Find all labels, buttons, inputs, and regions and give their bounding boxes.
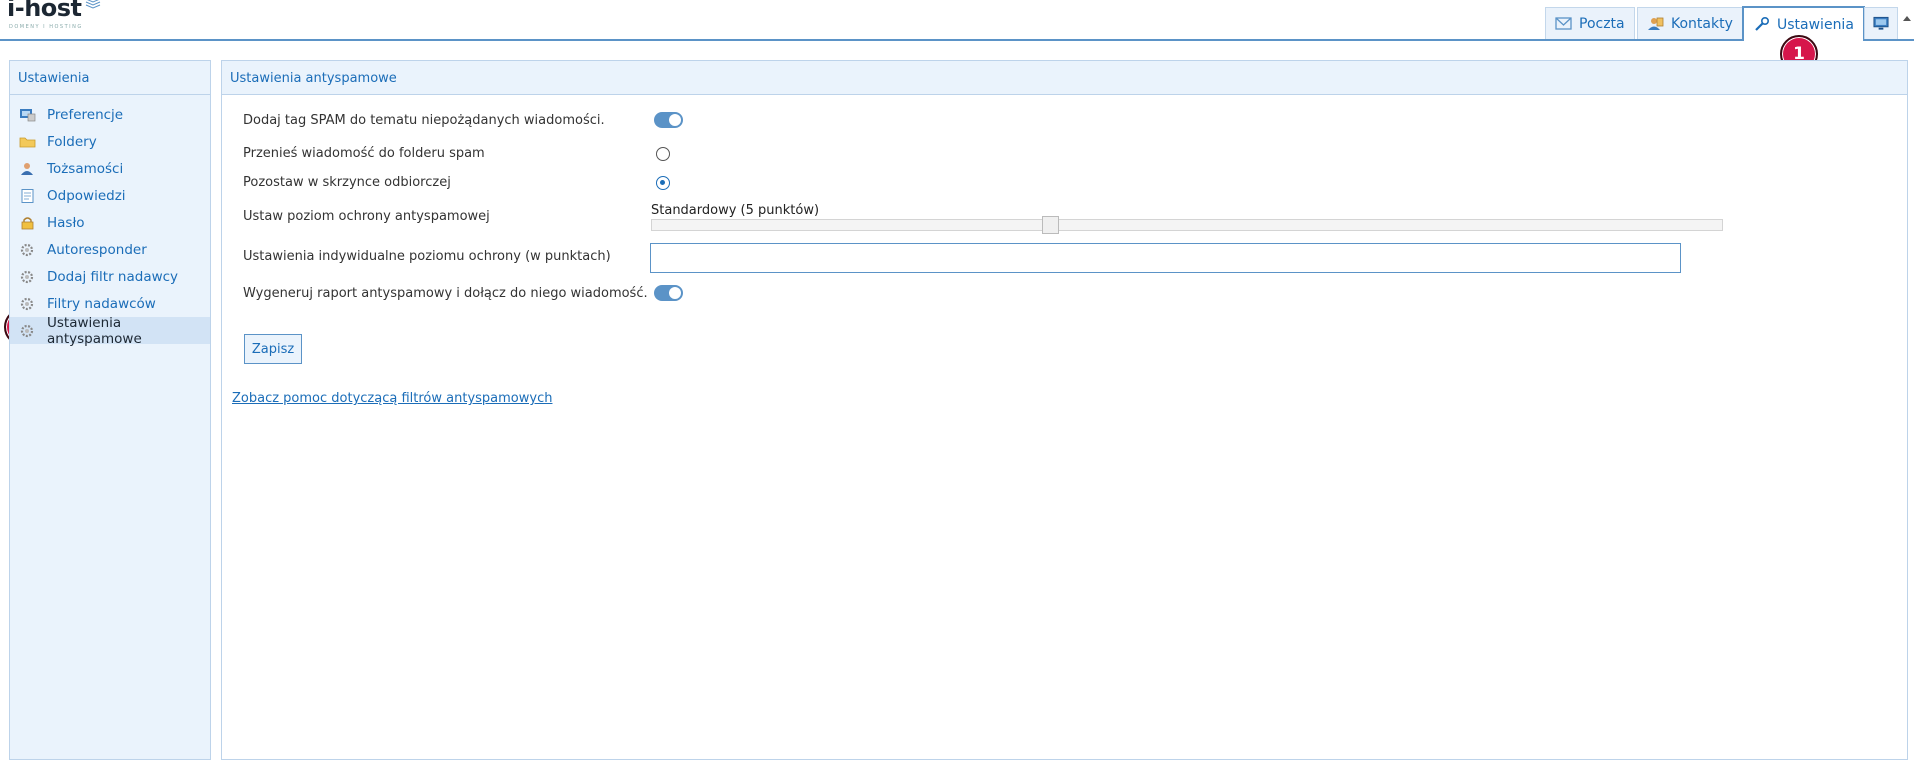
report-label: Wygeneruj raport antyspamowy i dołącz do… <box>243 286 648 301</box>
antispam-settings-panel: Ustawienia antyspamowe Dodaj tag SPAM do… <box>221 60 1908 760</box>
sidebar-item-label: Ustawienia antyspamowe <box>47 314 142 347</box>
envelope-icon <box>1555 17 1572 30</box>
preferences-icon <box>20 108 36 121</box>
lock-icon <box>21 216 34 229</box>
sidebar-item-label: Autoresponder <box>47 241 147 258</box>
protection-level-label: Ustaw poziom ochrony antyspamowej <box>243 209 490 224</box>
sidebar-item-foldery[interactable]: Foldery <box>10 128 210 155</box>
contacts-icon <box>1648 17 1664 30</box>
gear-icon <box>20 324 34 337</box>
sidebar-item-label: Preferencje <box>47 106 124 123</box>
protection-level-value: Standardowy (5 punktów) <box>651 203 820 218</box>
protection-level-slider[interactable] <box>651 216 1723 234</box>
sidebar-item-label: Hasło <box>47 214 85 231</box>
antispam-help-link[interactable]: Zobacz pomoc dotyczącą filtrów antyspamo… <box>232 391 552 406</box>
logo[interactable]: i-host DOMENY I HOSTING <box>7 0 101 30</box>
sidebar-item-label: Odpowiedzi <box>47 187 126 204</box>
tab-label: Ustawienia <box>1777 16 1854 33</box>
sidebar-item-label: Tożsamości <box>47 160 124 177</box>
sidebar-item-label: Dodaj filtr nadawcy <box>47 268 179 285</box>
logo-text: i-host <box>7 0 82 22</box>
tab-kontakty[interactable]: Kontakty <box>1637 7 1743 39</box>
report-toggle[interactable] <box>654 285 683 301</box>
folder-icon <box>19 137 36 147</box>
document-icon <box>21 188 34 203</box>
spam-tag-toggle[interactable] <box>654 112 683 128</box>
tab-label: Poczta <box>1579 15 1625 32</box>
slider-thumb[interactable] <box>1042 216 1059 234</box>
sidebar-item-preferencje[interactable]: Preferencje <box>10 101 210 128</box>
custom-points-input[interactable] <box>650 243 1681 273</box>
panel-title: Ustawienia antyspamowe <box>222 61 1907 95</box>
sidebar-item-haslo[interactable]: Hasło <box>10 209 210 236</box>
scroll-up-icon[interactable] <box>1903 16 1911 21</box>
sidebar-item-ustawienia-antyspamowe[interactable]: Ustawienia antyspamowe <box>10 314 210 347</box>
save-button[interactable]: Zapisz <box>244 334 302 364</box>
gear-icon <box>20 297 34 310</box>
move-to-spam-radio[interactable] <box>656 147 670 161</box>
sidebar-title: Ustawienia <box>10 61 210 95</box>
custom-points-label: Ustawienia indywidualne poziomu ochrony … <box>243 249 611 264</box>
sidebar-item-label: Filtry nadawców <box>47 295 156 312</box>
settings-sidebar: Ustawienia Preferencje Foldery Tożsamośc… <box>9 60 211 760</box>
monitor-button[interactable] <box>1864 7 1898 39</box>
sidebar-item-autoresponder[interactable]: Autoresponder <box>10 236 210 263</box>
logo-subtitle: DOMENY I HOSTING <box>9 24 83 30</box>
sidebar-item-odpowiedzi[interactable]: Odpowiedzi <box>10 182 210 209</box>
wrench-icon <box>1755 17 1769 31</box>
top-bar: i-host DOMENY I HOSTING Poczta Kontakty … <box>0 0 1914 41</box>
identity-icon <box>21 162 33 175</box>
tab-label: Kontakty <box>1671 15 1733 32</box>
logo-mark-icon <box>85 0 101 9</box>
sidebar-item-filtry-nadawcow[interactable]: Filtry nadawców <box>10 290 210 317</box>
sidebar-item-dodaj-filtr[interactable]: Dodaj filtr nadawcy <box>10 263 210 290</box>
spam-tag-label: Dodaj tag SPAM do tematu niepożądanych w… <box>243 113 605 128</box>
move-to-spam-label: Przenieś wiadomość do folderu spam <box>243 146 485 161</box>
gear-icon <box>20 270 34 283</box>
tab-poczta[interactable]: Poczta <box>1545 7 1635 39</box>
sidebar-item-tozsamosci[interactable]: Tożsamości <box>10 155 210 182</box>
gear-icon <box>20 243 34 256</box>
leave-in-inbox-radio[interactable] <box>656 176 670 190</box>
leave-in-inbox-label: Pozostaw w skrzynce odbiorczej <box>243 175 451 190</box>
monitor-icon <box>1873 16 1889 30</box>
sidebar-item-label: Foldery <box>47 133 97 150</box>
